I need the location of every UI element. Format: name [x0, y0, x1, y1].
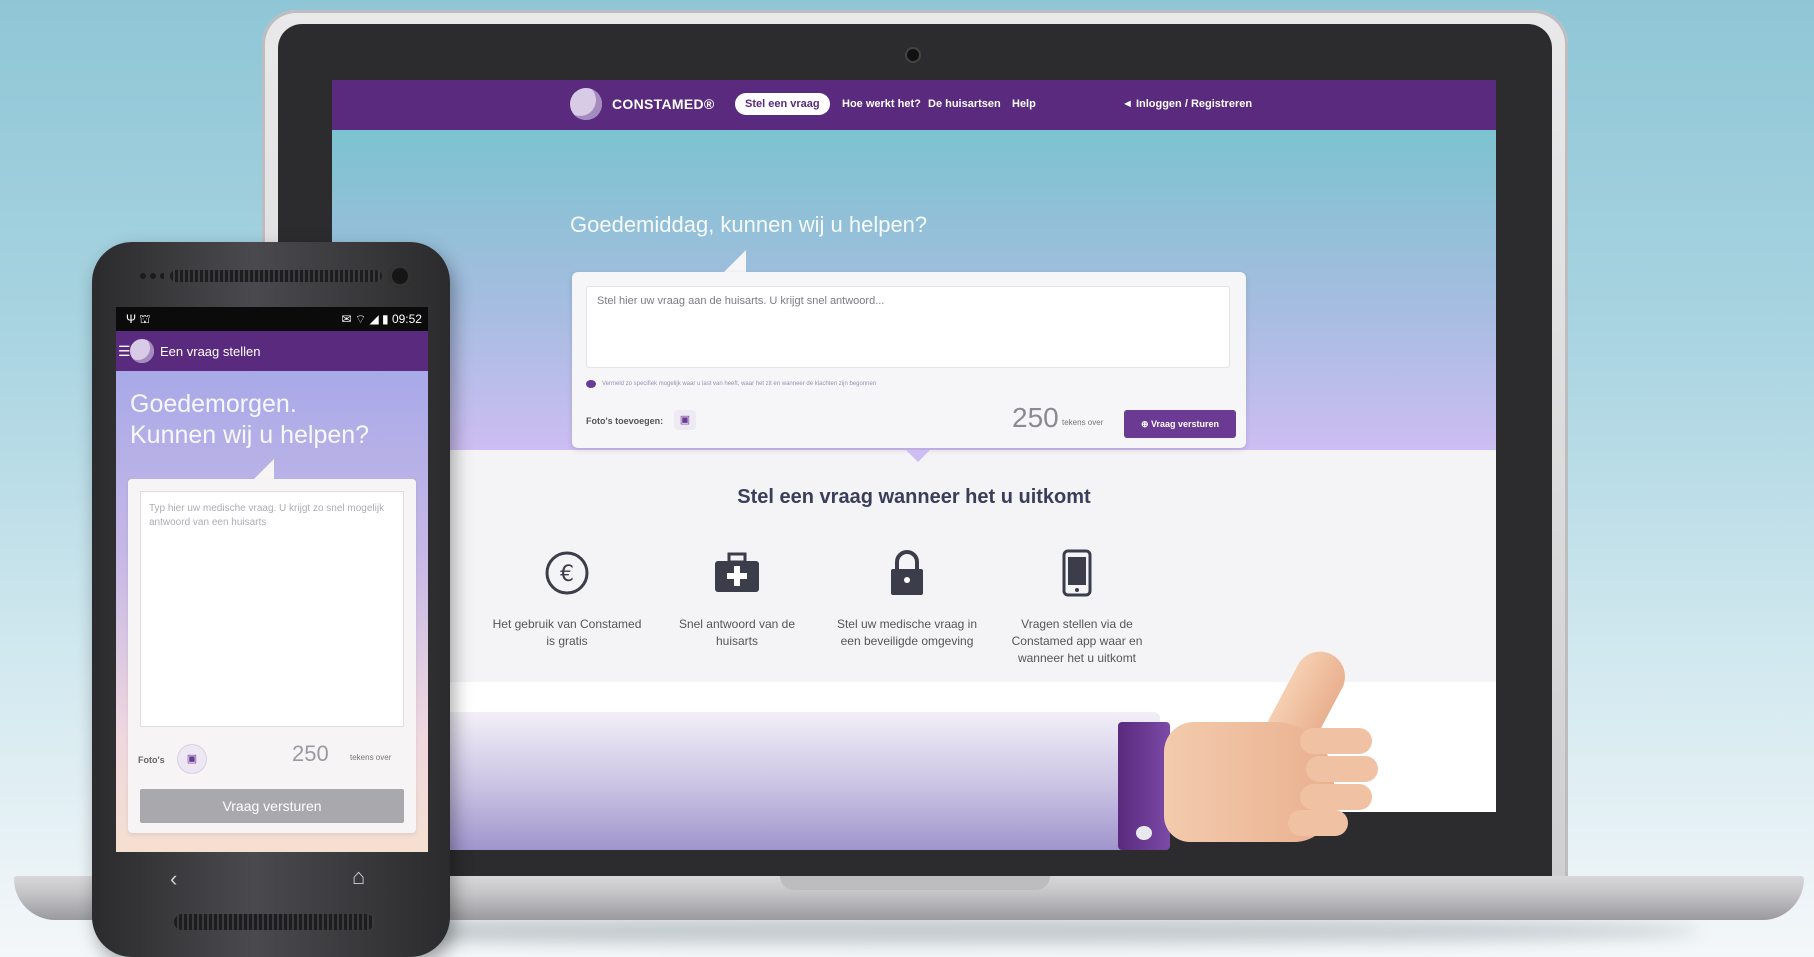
- card-tail: [252, 459, 274, 481]
- photos-label: Foto's toevoegen:: [586, 416, 664, 426]
- section-arrow: [906, 450, 930, 462]
- finger: [1300, 728, 1372, 754]
- question-input[interactable]: Stel hier uw vraag aan de huisarts. U kr…: [586, 286, 1230, 368]
- phone-sensor-dots: [138, 272, 164, 280]
- status-bar: Ψ ⛫ ✉ ⌔ ◢ ▮ 09:52: [116, 307, 428, 331]
- info-icon: [586, 380, 596, 388]
- app-bar: ☰ Een vraag stellen: [116, 331, 428, 371]
- mobile-app-screen: Ψ ⛫ ✉ ⌔ ◢ ▮ 09:52 ☰ Een vraag stellen Go…: [116, 307, 428, 852]
- mobile-photos-label: Foto's: [138, 755, 165, 765]
- constamed-logo-icon[interactable]: [570, 88, 602, 120]
- back-icon[interactable]: ‹: [170, 866, 177, 892]
- laptop-camera: [907, 49, 919, 61]
- arm-sleeve: [380, 712, 1160, 850]
- question-card: Stel hier uw vraag aan de huisarts. U kr…: [572, 272, 1246, 448]
- mobile-greeting: Goedemorgen. Kunnen wij u helpen?: [130, 389, 369, 451]
- feature-fast-answer: Snel antwoord van de huisarts: [662, 548, 812, 650]
- constamed-logo-icon[interactable]: [130, 339, 154, 363]
- phone-front-camera: [388, 264, 412, 288]
- mobile-question-card: Typ hier uw medische vraag. U krijgt zo …: [128, 479, 416, 833]
- smartphone-icon: [1052, 548, 1102, 598]
- nav-link-how-it-works[interactable]: Hoe werkt het?: [842, 98, 921, 110]
- status-icons-left: Ψ ⛫: [126, 312, 151, 326]
- finger: [1288, 810, 1348, 836]
- phone-speaker: [170, 270, 382, 282]
- greeting-line-1: Goedemorgen.: [130, 390, 297, 418]
- mobile-char-count: 250: [292, 741, 329, 766]
- features-title: Stel een vraag wanneer het u uitkomt: [737, 486, 1091, 508]
- hint-row: Vermeld zo specifiek mogelijk waar u las…: [586, 380, 876, 388]
- feature-text: Het gebruik van Constamed is gratis: [492, 617, 642, 648]
- top-navbar: CONSTAMED® Stel een vraag Hoe werkt het?…: [332, 80, 1496, 130]
- mobile-question-input[interactable]: Typ hier uw medische vraag. U krijgt zo …: [140, 491, 404, 727]
- finger: [1306, 756, 1378, 782]
- char-count-label: tekens over: [1062, 418, 1104, 427]
- euro-icon: €: [542, 548, 592, 598]
- mobile-char-count-label: tekens over: [350, 753, 392, 762]
- cuff-button: [1136, 826, 1152, 840]
- feature-secure: Stel uw medische vraag in een beveiligde…: [832, 548, 982, 650]
- finger: [1300, 784, 1372, 810]
- card-tail: [724, 250, 746, 272]
- android-nav-bar: ‹ ⌂: [116, 852, 428, 908]
- hero-section: Goedemiddag, kunnen wij u helpen? Stel h…: [332, 130, 1496, 450]
- add-photo-icon[interactable]: ▣: [178, 745, 206, 773]
- feature-text: Snel antwoord van de huisarts: [678, 617, 796, 648]
- nav-login-register[interactable]: ◄ Inloggen / Registreren: [1122, 98, 1252, 110]
- feature-free: € Het gebruik van Constamed is gratis: [492, 548, 642, 650]
- phone-bottom-grille: [174, 914, 374, 930]
- brand-name[interactable]: CONSTAMED®: [612, 96, 715, 112]
- nav-link-doctors[interactable]: De huisartsen: [928, 98, 1001, 110]
- send-question-button[interactable]: ⊕ Vraag versturen: [1124, 410, 1236, 438]
- feature-app: Vragen stellen via de Constamed app waar…: [1002, 548, 1152, 667]
- greeting-line-2: Kunnen wij u helpen?: [130, 421, 370, 449]
- hint-text: Vermeld zo specifiek mogelijk waar u las…: [602, 381, 877, 387]
- app-title: Een vraag stellen: [160, 344, 261, 359]
- mobile-send-button[interactable]: Vraag versturen: [140, 789, 404, 823]
- home-icon[interactable]: ⌂: [352, 864, 365, 890]
- greeting-text: Goedemiddag, kunnen wij u helpen?: [570, 212, 928, 237]
- laptop-notch: [780, 876, 1050, 890]
- char-count: 250: [1012, 402, 1059, 433]
- nav-ask-question-button[interactable]: Stel een vraag: [735, 93, 830, 115]
- lock-icon: [882, 548, 932, 598]
- nav-link-help[interactable]: Help: [1012, 98, 1036, 110]
- add-photo-icon[interactable]: ▣: [674, 410, 696, 430]
- feature-text: Stel uw medische vraag in een beveiligde…: [836, 617, 978, 648]
- first-aid-kit-icon: [712, 548, 762, 598]
- feature-text: Vragen stellen via de Constamed app waar…: [1011, 617, 1143, 665]
- mobile-body: Goedemorgen. Kunnen wij u helpen? Typ hi…: [116, 371, 428, 852]
- menu-icon[interactable]: ☰: [118, 343, 131, 360]
- svg-text:€: €: [560, 562, 574, 587]
- status-icons-right: ✉ ⌔ ◢ ▮ 09:52: [341, 312, 422, 326]
